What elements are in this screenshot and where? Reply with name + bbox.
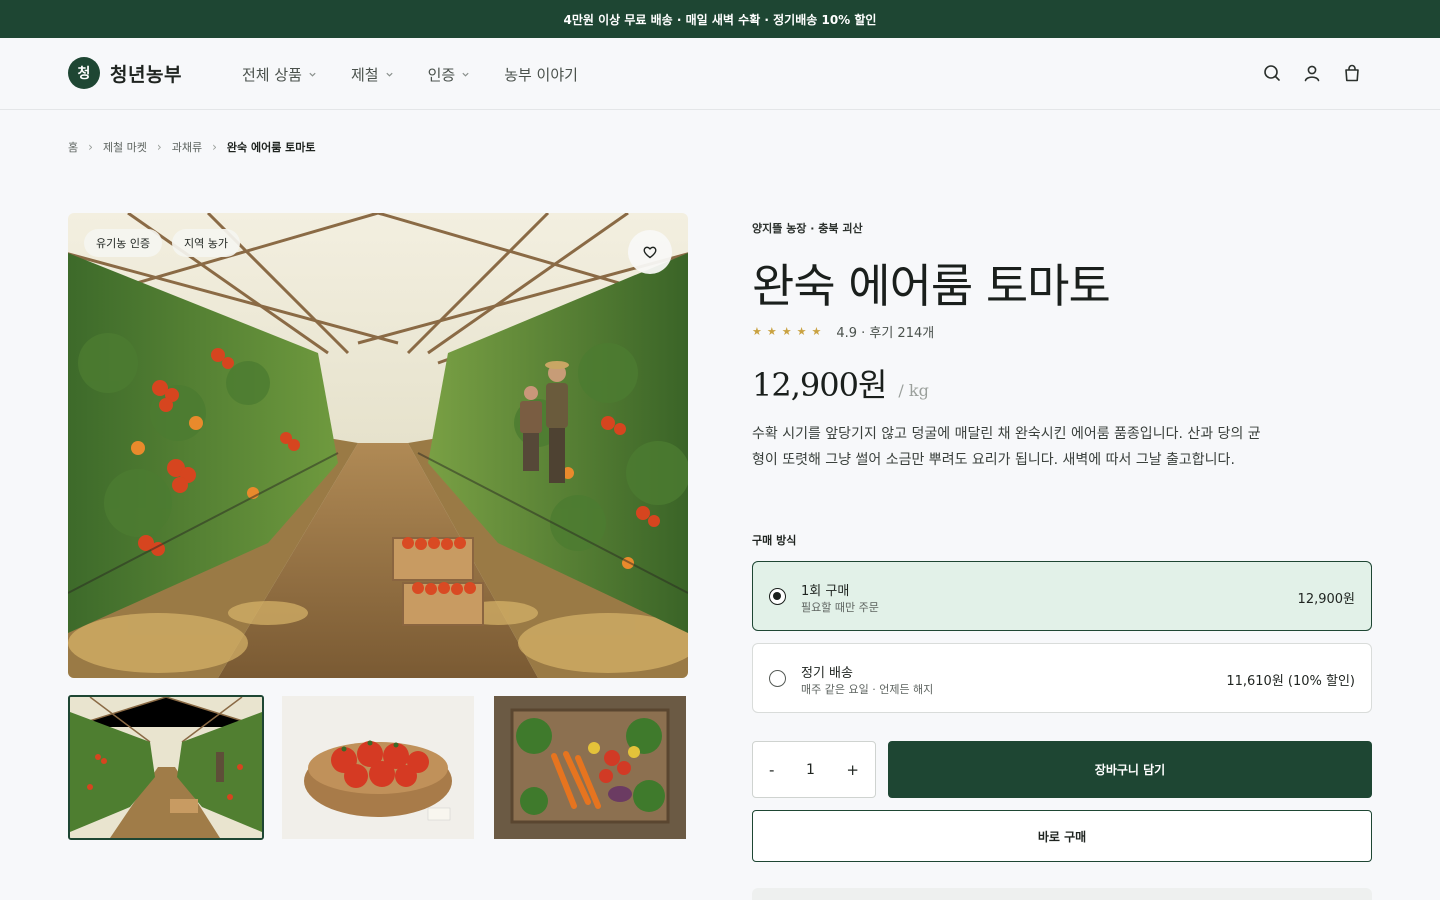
quantity-decrease-button[interactable]: - — [769, 761, 774, 779]
option-title: 1회 구매 — [801, 584, 850, 599]
chevron-down-icon — [462, 72, 469, 77]
rating-text: 4.9 · 후기 214개 — [836, 326, 935, 341]
price-row: 12,900원 / kg — [752, 360, 929, 406]
quantity-increase-button[interactable]: + — [846, 761, 859, 779]
nav-item-label: 농부 이야기 — [504, 66, 578, 84]
promo-banner: 4만원 이상 무료 배송 · 매일 새벽 수확 · 정기배송 10% 할인 — [0, 0, 1440, 38]
add-to-cart-button[interactable]: 장바구니 담기 — [888, 741, 1372, 798]
site-header: 청 청년농부 전체 상품 제철 인증 농부 이야기 — [0, 38, 1440, 110]
option-one-time-purchase[interactable]: 1회 구매 필요할 때만 주문 12,900원 — [752, 561, 1372, 631]
favorite-button[interactable] — [628, 230, 672, 274]
user-icon[interactable] — [1302, 63, 1322, 83]
chevron-down-icon — [385, 72, 393, 77]
vegetable-crate-thumbnail — [494, 696, 686, 839]
radio-unselected[interactable] — [769, 670, 786, 687]
breadcrumb: 홈 › 제철 마켓 › 과채류 › 완숙 에어룸 토마토 — [68, 139, 316, 155]
option-title: 정기 배송 — [801, 666, 853, 681]
header-actions — [1262, 63, 1362, 83]
radio-selected[interactable] — [769, 588, 786, 605]
star-rating-icon: ★★★★★ — [752, 325, 827, 338]
option-subscription[interactable]: 정기 배송 매주 같은 요일 · 언제든 해지 11,610원 (10% 할인) — [752, 643, 1372, 713]
price-unit: / kg — [898, 381, 929, 400]
logo-mark: 청 — [68, 57, 100, 89]
thumbnail-greenhouse[interactable] — [68, 695, 264, 840]
farm-origin: 양지뜰 농장 · 충북 괴산 — [752, 222, 863, 235]
breadcrumb-home[interactable]: 홈 — [68, 139, 78, 155]
greenhouse-image — [68, 213, 688, 678]
chevron-down-icon — [309, 72, 316, 77]
chevron-right-icon: › — [88, 140, 93, 154]
thumbnail-tomato-basket[interactable] — [282, 696, 474, 839]
chevron-right-icon: › — [212, 140, 217, 154]
rating[interactable]: ★★★★★ 4.9 · 후기 214개 — [752, 322, 934, 341]
heart-icon — [643, 246, 657, 259]
thumbnail-vegetable-crate[interactable] — [494, 696, 686, 839]
breadcrumb-current: 완숙 에어룸 토마토 — [226, 141, 316, 154]
breadcrumb-fruit-vegetables[interactable]: 과채류 — [172, 139, 202, 155]
product-title: 완숙 에어룸 토마토 — [752, 259, 1111, 313]
buy-now-button[interactable]: 바로 구매 — [752, 810, 1372, 862]
option-subtitle: 매주 같은 요일 · 언제든 해지 — [801, 683, 934, 696]
chevron-right-icon: › — [156, 140, 162, 154]
nav-item-label: 인증 — [427, 66, 456, 84]
badge-organic: 유기농 인증 — [84, 229, 163, 257]
quantity-value[interactable]: 1 — [806, 762, 815, 778]
option-subtitle: 필요할 때만 주문 — [801, 601, 879, 614]
search-icon[interactable] — [1262, 63, 1282, 83]
logo[interactable]: 청 청년농부 — [68, 57, 182, 89]
cart-icon[interactable] — [1342, 63, 1362, 83]
product-main-image[interactable]: 유기농 인증 지역 농가 — [68, 213, 688, 678]
option-price: 11,610원 (10% 할인) — [1226, 674, 1355, 689]
breadcrumb-seasonal-market[interactable]: 제철 마켓 — [103, 139, 147, 155]
greenhouse-thumbnail — [70, 697, 262, 838]
nav-item-all-products[interactable]: 전체 상품 — [242, 64, 317, 85]
next-section-card — [752, 888, 1372, 900]
purchase-method-label: 구매 방식 — [752, 534, 797, 547]
nav-item-label: 제철 — [350, 66, 379, 84]
promo-text: 4만원 이상 무료 배송 · 매일 새벽 수확 · 정기배송 10% 할인 — [563, 12, 877, 27]
nav-item-certification[interactable]: 인증 — [428, 64, 471, 85]
nav-item-seasonal[interactable]: 제철 — [351, 64, 394, 85]
nav-item-label: 전체 상품 — [242, 66, 302, 84]
main-nav: 전체 상품 제철 인증 농부 이야기 — [242, 64, 578, 85]
product-description: 수확 시기를 앞당기지 않고 덩굴에 매달린 채 완숙시킨 에어룸 품종입니다.… — [752, 426, 1261, 468]
quantity-stepper: - 1 + — [752, 741, 876, 798]
product-price: 12,900원 — [752, 366, 887, 404]
logo-text: 청년농부 — [110, 63, 182, 86]
option-price: 12,900원 — [1297, 592, 1355, 607]
nav-item-farmer-stories[interactable]: 농부 이야기 — [504, 64, 578, 85]
tomato-basket-thumbnail — [282, 696, 474, 839]
badge-local-farm: 지역 농가 — [172, 229, 240, 257]
